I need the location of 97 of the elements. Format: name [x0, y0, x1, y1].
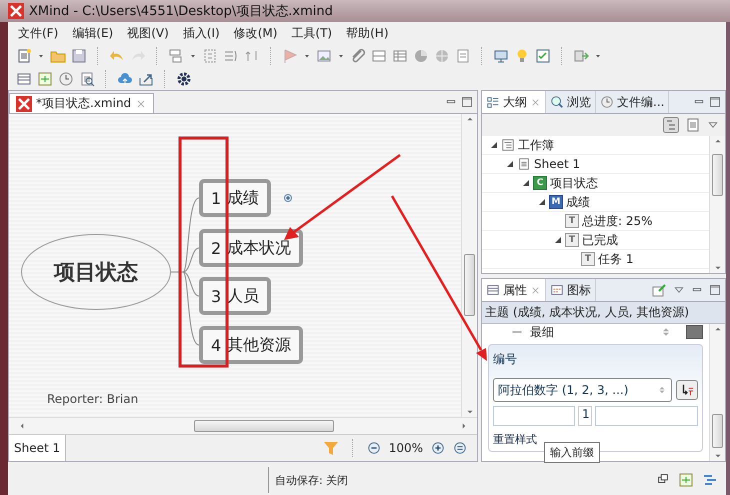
expanded-triangle-icon[interactable]: [490, 141, 498, 149]
close-icon[interactable]: [530, 284, 541, 296]
editor-tab[interactable]: *项目状态.xmind: [9, 93, 154, 113]
icon-grid-icon: [550, 283, 564, 297]
close-icon[interactable]: [135, 98, 148, 110]
xmind-logo-icon: [8, 3, 24, 19]
tree-view-toggle-icon[interactable]: [663, 117, 679, 133]
find-icon[interactable]: [79, 70, 95, 86]
tooltip: 输入前缀: [544, 442, 600, 463]
topic-type-icon: C: [533, 176, 547, 190]
menu-item[interactable]: 编辑(E): [66, 22, 120, 44]
panel-tab[interactable]: 文件编...: [596, 91, 670, 113]
inherit-numbering-button[interactable]: [676, 380, 698, 400]
insert-topic-icon[interactable]: [168, 48, 184, 64]
outline-item[interactable]: 已完成: [582, 232, 618, 248]
menu-item[interactable]: 视图(V): [121, 22, 175, 44]
start-number-field[interactable]: 1: [578, 406, 592, 426]
expanded-triangle-icon[interactable]: [554, 236, 562, 244]
cloud-upload-icon[interactable]: [117, 70, 133, 86]
zoom-fit-icon[interactable]: [453, 441, 467, 455]
central-topic[interactable]: 项目状态: [21, 234, 171, 310]
suffix-field[interactable]: [595, 406, 698, 426]
presentation-icon[interactable]: [493, 48, 509, 64]
edit-style-icon[interactable]: [651, 282, 667, 298]
outline-item[interactable]: 成绩: [566, 194, 590, 210]
panel-tab[interactable]: 大纲: [482, 91, 546, 113]
topic-node[interactable]: 2 成本状况: [199, 229, 304, 267]
scrollbar-thumb[interactable]: [194, 420, 334, 432]
scrollbar-thumb[interactable]: [712, 414, 723, 448]
new-document-icon[interactable]: [16, 48, 32, 64]
reset-style-link[interactable]: 重置样式: [493, 432, 537, 447]
topic-type-icon: T: [565, 214, 579, 228]
numbering-dropdown[interactable]: 阿拉伯数字 (1, 2, 3, ...): [493, 378, 672, 402]
panel-tab[interactable]: 图标: [546, 279, 596, 301]
outline-item[interactable]: 项目状态: [550, 174, 598, 192]
topic-type-icon: T: [565, 233, 579, 247]
scrollbar-thumb[interactable]: [464, 254, 475, 316]
numbering-arrow-icon: [680, 383, 694, 397]
maximize-icon[interactable]: [709, 284, 721, 296]
save-icon[interactable]: [71, 48, 87, 64]
image-icon[interactable]: [316, 48, 332, 64]
list-icon[interactable]: [371, 48, 387, 64]
menu-item[interactable]: 修改(M): [228, 22, 284, 44]
scrollbar-thumb[interactable]: [712, 154, 723, 196]
clock-icon: [600, 95, 614, 109]
color-swatch[interactable]: [686, 325, 703, 339]
menu-item[interactable]: 工具(T): [285, 22, 338, 44]
close-icon[interactable]: [530, 96, 541, 108]
xmind-logo-icon: [16, 96, 32, 112]
expanded-triangle-icon[interactable]: [522, 179, 530, 187]
menu-item[interactable]: 帮助(H): [340, 22, 395, 44]
topic-type-icon: T: [581, 252, 595, 266]
section-header: 编号: [493, 351, 518, 368]
zoom-out-icon[interactable]: [366, 441, 381, 455]
selection-subject: 主题 (成绩, 成本状况, 人员, 其他资源): [482, 302, 725, 324]
topic-node[interactable]: 1 成绩: [199, 179, 272, 217]
note-icon[interactable]: [455, 48, 471, 64]
outline-item[interactable]: 总进度: 25%: [582, 212, 653, 230]
window-title: XMind - C:\Users\4551\Desktop\项目状态.xmind: [29, 3, 333, 20]
autosave-status: 自动保存: 关闭: [268, 467, 354, 493]
zoom-in-icon[interactable]: [431, 441, 445, 455]
topic-type-icon: M: [549, 195, 563, 209]
list-view-toggle-icon[interactable]: [685, 117, 701, 133]
sheet-icon: [517, 157, 531, 171]
table-icon[interactable]: [392, 48, 408, 64]
clock-icon[interactable]: [58, 70, 74, 86]
outline-item[interactable]: 任务 1: [598, 250, 634, 268]
outline-icon: [486, 95, 500, 109]
menu-item[interactable]: 文件(F): [12, 22, 64, 44]
zoom-level: 100%: [388, 441, 423, 455]
gantt-icon[interactable]: [702, 472, 718, 488]
export-icon[interactable]: [573, 48, 589, 64]
magnifier-icon: [550, 95, 564, 109]
restore-window-icon[interactable]: [656, 472, 670, 486]
paperclip-icon[interactable]: [350, 48, 366, 64]
expand-plus-icon[interactable]: [284, 194, 292, 202]
maximize-icon[interactable]: [709, 96, 721, 108]
outline-item[interactable]: Sheet 1: [534, 157, 580, 171]
outline-item[interactable]: 工作簿: [518, 136, 554, 154]
expanded-triangle-icon[interactable]: [506, 160, 514, 168]
topic-node[interactable]: 3 人员: [199, 277, 272, 315]
properties-icon: [486, 283, 500, 297]
boundary-icon[interactable]: [202, 48, 218, 64]
expanded-triangle-icon[interactable]: [538, 198, 546, 206]
topic-node[interactable]: 4 其他资源: [199, 326, 304, 364]
sheet-tab[interactable]: Sheet 1: [9, 435, 66, 461]
line-width-value: 最细: [530, 324, 554, 340]
settings-icon[interactable]: [176, 70, 192, 86]
prefix-field[interactable]: [493, 406, 575, 426]
workbook-icon: [501, 138, 515, 152]
note-text: Reporter: Brian: [47, 392, 138, 406]
panel-tab[interactable]: 属性: [482, 279, 546, 301]
panel-tab[interactable]: 浏览: [546, 91, 596, 113]
maximize-icon[interactable]: [461, 96, 473, 108]
checklist-icon[interactable]: [535, 48, 551, 64]
menu-item[interactable]: 插入(I): [176, 22, 226, 44]
outline-view-icon[interactable]: [16, 70, 32, 86]
